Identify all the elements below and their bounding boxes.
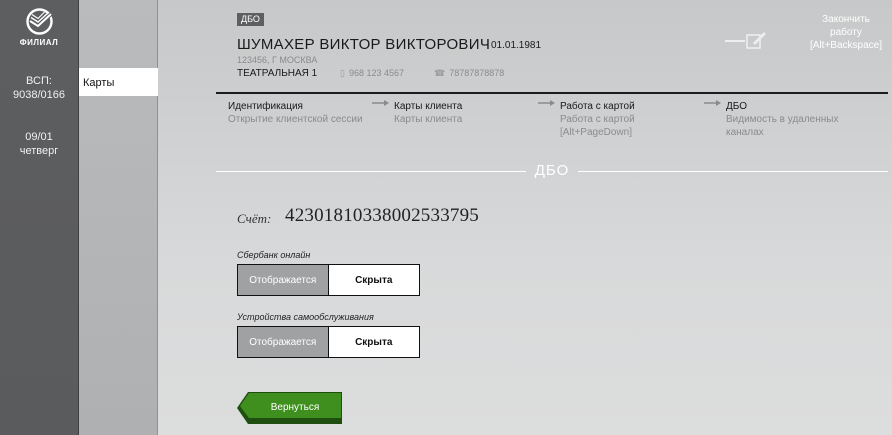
- toggle-option-shown[interactable]: Отображается: [238, 265, 329, 295]
- vsp-info: ВСП: 9038/0166: [0, 74, 78, 102]
- account-number: 42301810338002533795: [285, 205, 479, 226]
- left-sidebar: ФИЛИАЛ ВСП: 9038/0166 09/01 четверг: [0, 0, 79, 435]
- toggle-self-service: Отображается Скрыта: [237, 326, 420, 358]
- mobile-phone-value: 968 123 4567: [348, 68, 405, 78]
- step-client-cards[interactable]: Карты клиента Карты клиента: [394, 100, 462, 126]
- phone-icon: ☎: [434, 68, 446, 78]
- client-address: 123456, Г МОСКВА: [237, 55, 318, 65]
- section-divider-right: [578, 171, 888, 172]
- toggle-option-hidden[interactable]: Скрыта: [328, 327, 419, 357]
- step-title: Карты клиента: [394, 101, 463, 112]
- step-title: ДБО: [726, 101, 748, 112]
- step-dbo[interactable]: ДБО Видимость в удаленных каналах: [726, 100, 838, 139]
- step-subtitle: Видимость в удаленных: [726, 114, 839, 125]
- header-divider: [216, 92, 888, 94]
- vsp-value: 9038/0166: [13, 89, 65, 101]
- back-button-label[interactable]: Вернуться: [248, 402, 342, 413]
- service-tag: ДБО: [237, 13, 264, 26]
- finish-line1: Закончить: [822, 14, 870, 25]
- date-value: 09/01: [25, 131, 53, 143]
- edit-note-icon[interactable]: [725, 32, 767, 50]
- step-identification[interactable]: Идентификация Открытие клиентской сессии: [228, 100, 363, 126]
- vsp-label: ВСП:: [26, 75, 52, 87]
- section-title: ДБО: [534, 162, 570, 179]
- finish-line2: работу: [830, 27, 862, 38]
- step-arrow-icon: [372, 100, 389, 106]
- step-title: Идентификация: [228, 101, 303, 112]
- toggle-sberbank-online: Отображается Скрыта: [237, 264, 420, 296]
- group-label-online: Сбербанк онлайн: [237, 250, 311, 260]
- sberbank-logo-icon: [26, 8, 53, 35]
- step-subtitle: Работа с картой: [560, 114, 635, 125]
- section-divider-left: [216, 171, 526, 172]
- mobile-phone-icon: ▯: [340, 68, 345, 78]
- finish-hotkey: [Alt+Backspace]: [810, 40, 882, 51]
- step-arrow-icon: [704, 100, 721, 106]
- step-card-work[interactable]: Работа с картой Работа с картой [Alt+Pag…: [560, 100, 635, 139]
- step-subtitle: Карты клиента: [394, 114, 463, 125]
- group-label-self-service: Устройства самообслуживания: [237, 312, 374, 322]
- mobile-phone: ▯ 968 123 4567: [340, 68, 404, 79]
- client-street: ТЕАТРАЛЬНАЯ 1: [237, 68, 318, 79]
- weekday-value: четверг: [19, 145, 59, 157]
- step-title: Работа с картой: [560, 101, 635, 112]
- step-hotkey: [Alt+PageDown]: [560, 127, 632, 138]
- toggle-option-shown[interactable]: Отображается: [238, 327, 329, 357]
- client-dob: 01.01.1981: [491, 40, 542, 51]
- finish-work-button[interactable]: Закончить работу [Alt+Backspace]: [805, 13, 887, 52]
- home-phone: ☎ 78787878878: [434, 68, 504, 79]
- account-label: Счёт:: [237, 211, 272, 226]
- home-phone-value: 78787878878: [449, 68, 505, 78]
- branch-label: ФИЛИАЛ: [19, 38, 59, 47]
- step-subtitle: Открытие клиентской сессии: [228, 114, 363, 125]
- client-name: ШУМАХЕР ВИКТОР ВИКТОРОВИЧ: [237, 36, 491, 53]
- toggle-option-hidden[interactable]: Скрыта: [328, 265, 419, 295]
- step-subtitle-2: каналах: [726, 127, 764, 138]
- step-arrow-icon: [538, 100, 555, 106]
- menu-column: [79, 0, 158, 435]
- current-date: 09/01 четверг: [0, 130, 78, 158]
